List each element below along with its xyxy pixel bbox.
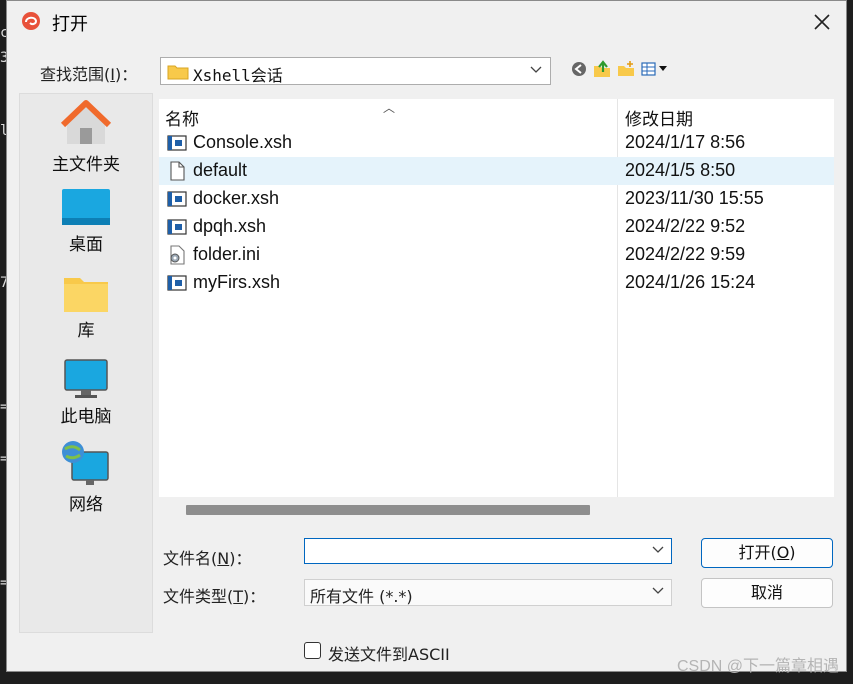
place-network[interactable]: 网络	[20, 440, 152, 515]
place-label: 桌面	[69, 235, 103, 255]
back-button[interactable]	[569, 59, 589, 79]
home-icon	[61, 100, 111, 144]
file-row-selected[interactable]: default 2024/1/5 8:50	[159, 157, 834, 185]
horizontal-scrollbar[interactable]	[159, 499, 834, 521]
up-folder-icon	[594, 60, 610, 77]
network-icon	[62, 441, 109, 485]
file-row[interactable]: dpqh.xsh 2024/2/22 9:52	[159, 213, 834, 241]
places-bar: 主文件夹 桌面 库 此电脑 网络	[19, 93, 153, 633]
file-name: Console.xsh	[193, 132, 293, 152]
cancel-button[interactable]: 取消	[701, 578, 833, 608]
place-label: 此电脑	[60, 407, 112, 427]
send-ascii-label[interactable]: 发送文件到ASCII	[328, 641, 450, 665]
ini-file-icon	[170, 245, 185, 265]
checkbox-box[interactable]	[304, 642, 321, 659]
file-name: default	[193, 160, 248, 180]
folder-icon	[167, 65, 189, 80]
file-name: dpqh.xsh	[193, 216, 267, 236]
place-computer[interactable]: 此电脑	[20, 358, 152, 427]
file-type-select[interactable]: 所有文件 (*.*)	[304, 579, 672, 606]
file-date: 2024/1/17 8:56	[625, 132, 746, 152]
computer-icon	[64, 359, 108, 398]
chevron-down-icon[interactable]	[652, 546, 664, 554]
sort-ascending-icon: ︿	[383, 101, 396, 115]
xshell-logo-icon	[22, 12, 40, 30]
xsh-file-icon	[167, 275, 187, 291]
close-icon	[814, 14, 830, 30]
file-name: folder.ini	[193, 244, 261, 264]
xsh-file-icon	[167, 219, 187, 235]
close-button[interactable]	[804, 5, 840, 39]
open-button[interactable]: 打开(O)	[701, 538, 833, 568]
blank-file-icon	[170, 161, 185, 181]
file-name: docker.xsh	[193, 188, 280, 208]
file-row[interactable]: docker.xsh 2023/11/30 15:55	[159, 185, 834, 213]
file-type-label: 文件类型(T)：	[163, 587, 266, 606]
xsh-file-icon	[167, 191, 187, 207]
chevron-down-icon	[652, 587, 664, 594]
new-folder-button[interactable]	[616, 59, 636, 79]
xsh-file-icon	[167, 135, 187, 151]
open-file-dialog: 打开 查找范围(I)： Xshell会话 主文件夹 桌面 库 此电脑 网络 ︿ …	[6, 0, 847, 672]
look-in-combobox[interactable]: Xshell会话	[160, 57, 551, 85]
file-row[interactable]: Console.xsh 2024/1/17 8:56	[159, 129, 834, 157]
file-date: 2024/1/26 15:24	[625, 272, 756, 292]
place-desktop[interactable]: 桌面	[20, 188, 152, 255]
place-label: 主文件夹	[52, 155, 120, 175]
scrollbar-thumb[interactable]	[186, 505, 590, 515]
new-folder-icon	[618, 61, 634, 76]
file-name-input[interactable]	[304, 538, 672, 564]
view-menu-button[interactable]	[640, 59, 670, 79]
back-icon	[572, 62, 586, 76]
file-row[interactable]: folder.ini 2024/2/22 9:59	[159, 241, 834, 269]
dialog-title: 打开	[52, 14, 88, 35]
file-list[interactable]: ︿ 名称 修改日期 Console.xsh 2024/1/17 8:56 def…	[159, 99, 834, 497]
file-date: 2024/1/5 8:50	[625, 160, 736, 180]
title-bar[interactable]: 打开	[7, 1, 846, 43]
file-date: 2024/2/22 9:52	[625, 216, 746, 236]
desktop-icon	[62, 189, 110, 225]
place-label: 网络	[69, 495, 103, 515]
library-icon	[64, 278, 108, 312]
chevron-down-icon	[530, 66, 542, 73]
column-header-name[interactable]: 名称	[165, 105, 199, 130]
look-in-label: 查找范围(I)：	[40, 65, 138, 84]
column-header-date[interactable]: 修改日期	[625, 105, 693, 130]
up-folder-button[interactable]	[592, 59, 612, 79]
place-home[interactable]: 主文件夹	[20, 100, 152, 175]
file-type-value: 所有文件 (*.*)	[310, 587, 413, 606]
file-name: myFirs.xsh	[193, 272, 280, 292]
place-library[interactable]: 库	[20, 274, 152, 341]
view-menu-icon	[641, 62, 667, 76]
watermark: CSDN @下一篇章相遇	[676, 658, 839, 675]
file-name-label: 文件名(N)：	[163, 549, 252, 568]
look-in-value: Xshell会话	[193, 66, 283, 85]
place-label: 库	[77, 321, 95, 341]
file-date: 2023/11/30 15:55	[625, 188, 764, 208]
file-date: 2024/2/22 9:59	[625, 244, 746, 264]
file-row[interactable]: myFirs.xsh 2024/1/26 15:24	[159, 269, 834, 297]
